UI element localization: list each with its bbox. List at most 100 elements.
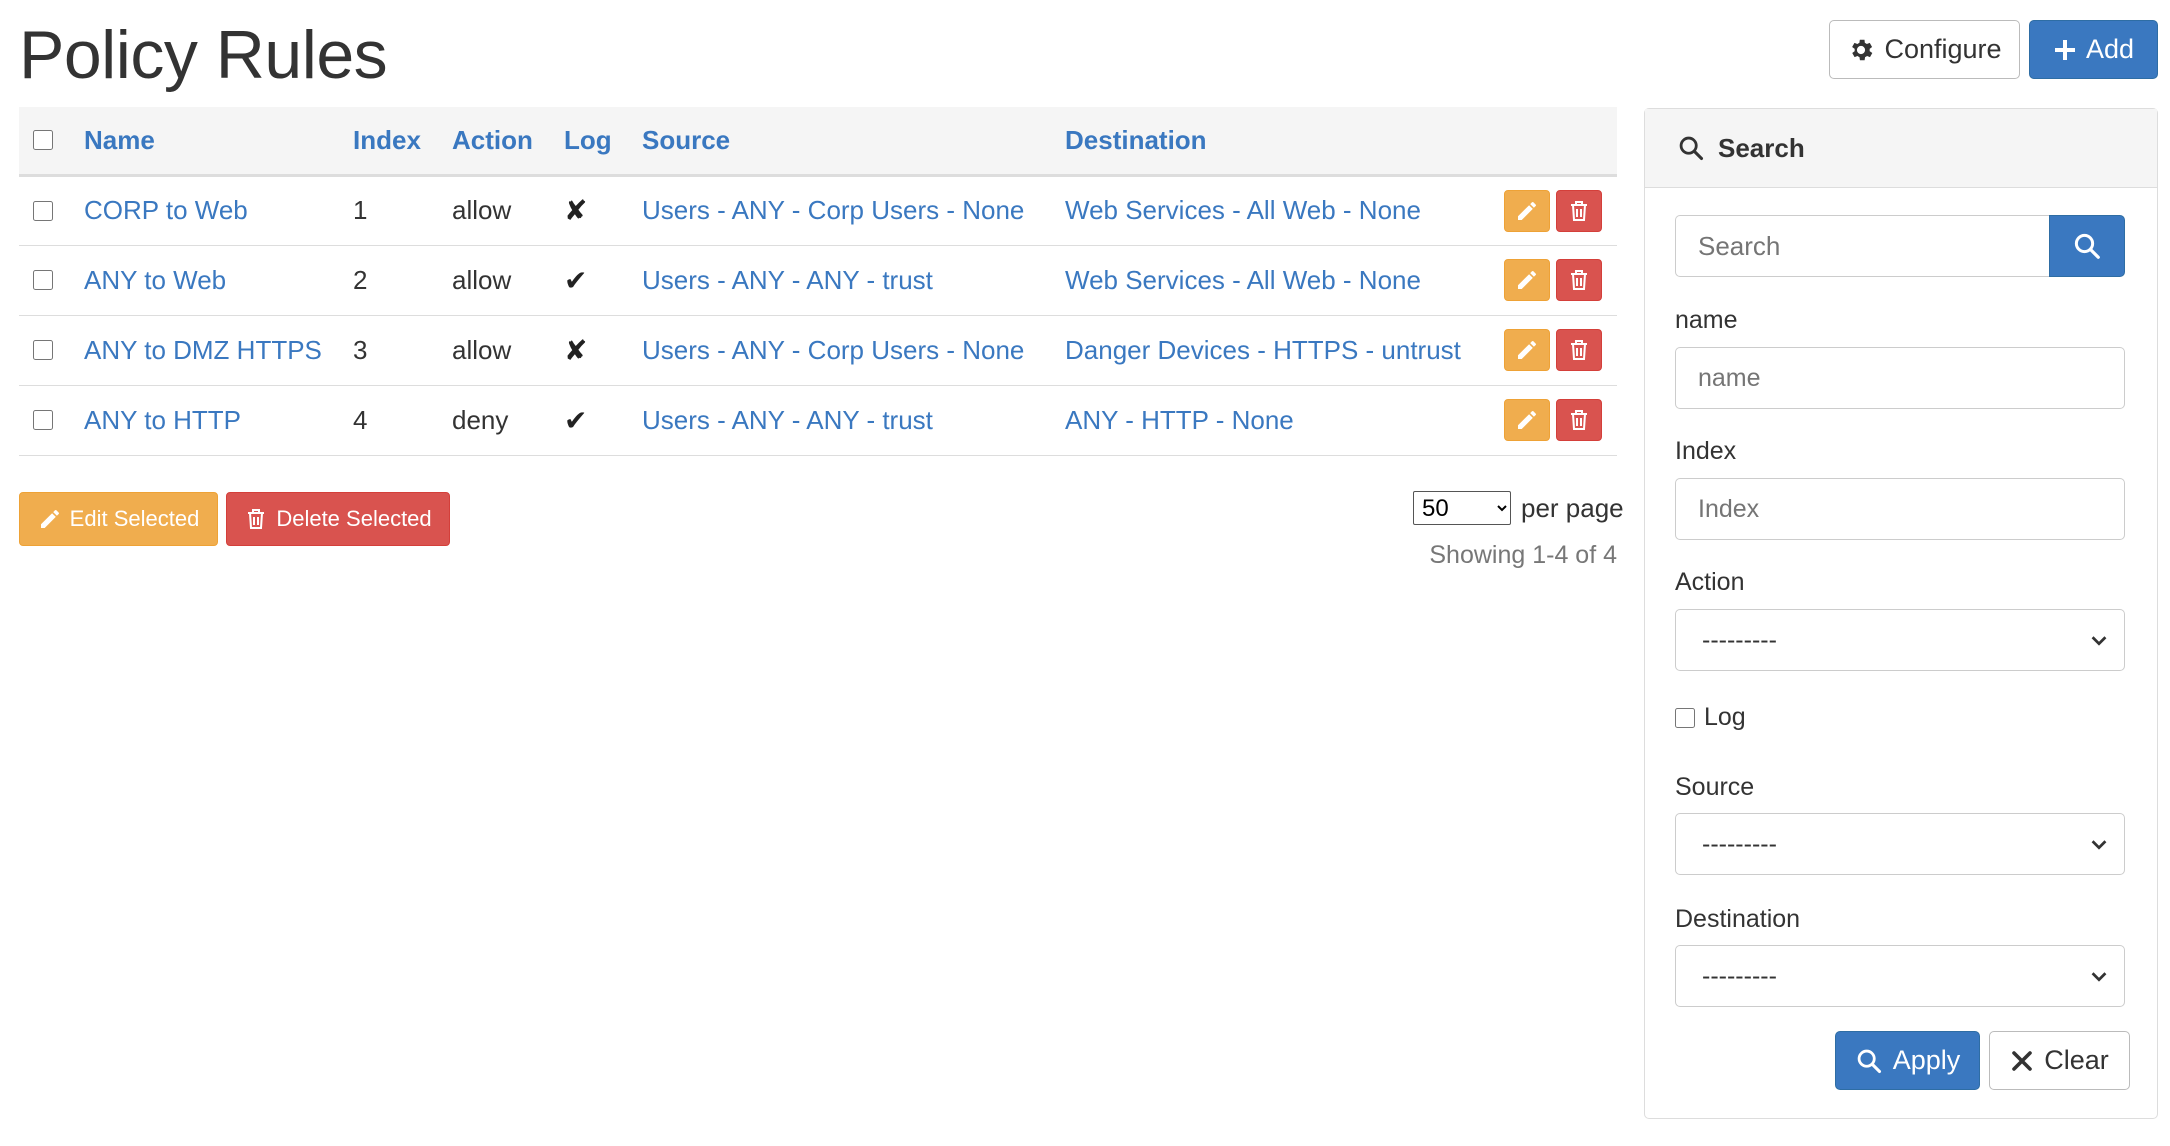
clear-button[interactable]: Clear bbox=[1989, 1031, 2130, 1090]
search-input[interactable] bbox=[1675, 215, 2049, 277]
log-cross-icon: ✘ bbox=[564, 315, 642, 386]
row-checkbox[interactable] bbox=[33, 270, 53, 290]
destination-label: Destination bbox=[1675, 905, 1801, 933]
pencil-icon bbox=[1518, 411, 1536, 429]
index-input[interactable] bbox=[1675, 478, 2125, 540]
action-select-value: --------- bbox=[1702, 625, 1777, 654]
search-panel-title: Search bbox=[1718, 132, 1805, 163]
rule-action: allow bbox=[452, 175, 564, 246]
search-bar bbox=[1675, 215, 2125, 277]
source-link[interactable]: Users - ANY - Corp Users - None bbox=[642, 195, 1024, 225]
pencil-icon bbox=[1518, 201, 1536, 220]
log-cross-icon: ✘ bbox=[564, 175, 642, 246]
column-header-source[interactable]: Source bbox=[642, 107, 1065, 177]
row-checkbox[interactable] bbox=[33, 410, 53, 430]
destination-link[interactable]: Danger Devices - HTTPS - untrust bbox=[1065, 335, 1461, 365]
close-icon bbox=[2012, 1050, 2033, 1071]
delete-selected-button[interactable]: Delete Selected bbox=[226, 492, 450, 546]
delete-row-button[interactable] bbox=[1556, 399, 1602, 441]
page-title: Policy Rules bbox=[19, 17, 388, 93]
policy-rules-table: Name Index Action Log Source Destination… bbox=[19, 107, 1617, 456]
per-page-control: 50 per page bbox=[1413, 491, 1624, 525]
chevron-down-icon bbox=[2091, 840, 2107, 850]
log-filter: Log bbox=[1675, 703, 1746, 732]
column-header-name[interactable]: Name bbox=[84, 107, 353, 177]
destination-link[interactable]: ANY - HTTP - None bbox=[1065, 405, 1294, 435]
search-submit-button[interactable] bbox=[2049, 215, 2125, 277]
trash-icon bbox=[1571, 200, 1587, 221]
name-input[interactable] bbox=[1675, 347, 2125, 409]
edit-row-button[interactable] bbox=[1504, 259, 1550, 301]
pencil-icon bbox=[1518, 341, 1536, 359]
log-label: Log bbox=[1704, 703, 1746, 731]
search-panel-header: Search bbox=[1645, 109, 2157, 188]
source-label: Source bbox=[1675, 773, 1755, 801]
edit-row-button[interactable] bbox=[1504, 189, 1550, 232]
chevron-down-icon bbox=[2091, 636, 2107, 646]
trash-icon bbox=[1571, 270, 1587, 290]
clear-label: Clear bbox=[2044, 1045, 2109, 1075]
source-select-value: --------- bbox=[1702, 829, 1777, 858]
configure-label: Configure bbox=[1884, 34, 2002, 64]
rule-name-link[interactable]: ANY to HTTP bbox=[84, 405, 241, 435]
table-header-row: Name Index Action Log Source Destination bbox=[19, 107, 1617, 177]
trash-icon bbox=[1571, 410, 1587, 430]
index-label: Index bbox=[1675, 437, 1737, 465]
select-all-checkbox[interactable] bbox=[33, 130, 53, 151]
column-header-log[interactable]: Log bbox=[564, 107, 642, 177]
source-link[interactable]: Users - ANY - ANY - trust bbox=[642, 265, 933, 295]
delete-row-button[interactable] bbox=[1556, 189, 1602, 232]
apply-button[interactable]: Apply bbox=[1835, 1031, 1980, 1090]
action-select[interactable]: --------- bbox=[1675, 609, 2125, 671]
pencil-icon bbox=[40, 510, 59, 528]
per-page-select[interactable]: 50 bbox=[1413, 491, 1511, 525]
trash-icon bbox=[1571, 340, 1587, 360]
rule-name-link[interactable]: ANY to Web bbox=[84, 265, 226, 295]
rule-name-link[interactable]: ANY to DMZ HTTPS bbox=[84, 335, 322, 365]
name-label: name bbox=[1675, 306, 1738, 334]
apply-label: Apply bbox=[1892, 1045, 1961, 1075]
table-row: ANY to HTTP 4 deny ✔ Users - ANY - ANY -… bbox=[19, 385, 1617, 456]
add-button[interactable]: Add bbox=[2029, 20, 2158, 79]
table-row: ANY to Web 2 allow ✔ Users - ANY - ANY -… bbox=[19, 245, 1617, 316]
chevron-down-icon bbox=[2091, 972, 2107, 982]
row-checkbox[interactable] bbox=[33, 200, 53, 221]
column-header-action[interactable]: Action bbox=[452, 107, 564, 177]
plus-icon bbox=[2054, 39, 2075, 60]
rule-index: 4 bbox=[353, 385, 452, 456]
log-check-icon: ✔ bbox=[564, 245, 642, 316]
rule-index: 1 bbox=[353, 175, 452, 246]
destination-select-value: --------- bbox=[1702, 961, 1777, 990]
destination-link[interactable]: Web Services - All Web - None bbox=[1065, 265, 1421, 295]
magnifier-icon bbox=[1679, 136, 1704, 161]
table-row: CORP to Web 1 allow ✘ Users - ANY - Corp… bbox=[19, 175, 1617, 246]
rule-index: 2 bbox=[353, 245, 452, 316]
destination-link[interactable]: Web Services - All Web - None bbox=[1065, 195, 1421, 225]
log-checkbox[interactable] bbox=[1675, 707, 1695, 728]
edit-selected-button[interactable]: Edit Selected bbox=[19, 492, 218, 546]
table-row: ANY to DMZ HTTPS 3 allow ✘ Users - ANY -… bbox=[19, 315, 1617, 386]
edit-row-button[interactable] bbox=[1504, 399, 1550, 441]
rule-action: deny bbox=[452, 385, 564, 456]
search-panel: Search name Index Action --------- Log S… bbox=[1644, 108, 2158, 1119]
source-link[interactable]: Users - ANY - Corp Users - None bbox=[642, 335, 1024, 365]
trash-icon bbox=[248, 509, 265, 529]
edit-selected-label: Edit Selected bbox=[69, 506, 200, 531]
pagination-summary: Showing 1-4 of 4 bbox=[1429, 541, 1617, 569]
action-label: Action bbox=[1675, 568, 1745, 596]
delete-row-button[interactable] bbox=[1556, 329, 1602, 371]
row-checkbox[interactable] bbox=[33, 340, 53, 360]
rule-name-link[interactable]: CORP to Web bbox=[84, 195, 248, 225]
source-select[interactable]: --------- bbox=[1675, 813, 2125, 875]
log-check-icon: ✔ bbox=[564, 385, 642, 456]
column-header-destination[interactable]: Destination bbox=[1065, 107, 1504, 177]
destination-select[interactable]: --------- bbox=[1675, 945, 2125, 1007]
edit-row-button[interactable] bbox=[1504, 329, 1550, 371]
rule-action: allow bbox=[452, 245, 564, 316]
delete-row-button[interactable] bbox=[1556, 259, 1602, 301]
search-icon bbox=[1857, 1049, 1881, 1073]
gear-icon bbox=[1852, 39, 1873, 60]
configure-button[interactable]: Configure bbox=[1829, 20, 2020, 79]
column-header-index[interactable]: Index bbox=[353, 107, 452, 177]
source-link[interactable]: Users - ANY - ANY - trust bbox=[642, 405, 933, 435]
